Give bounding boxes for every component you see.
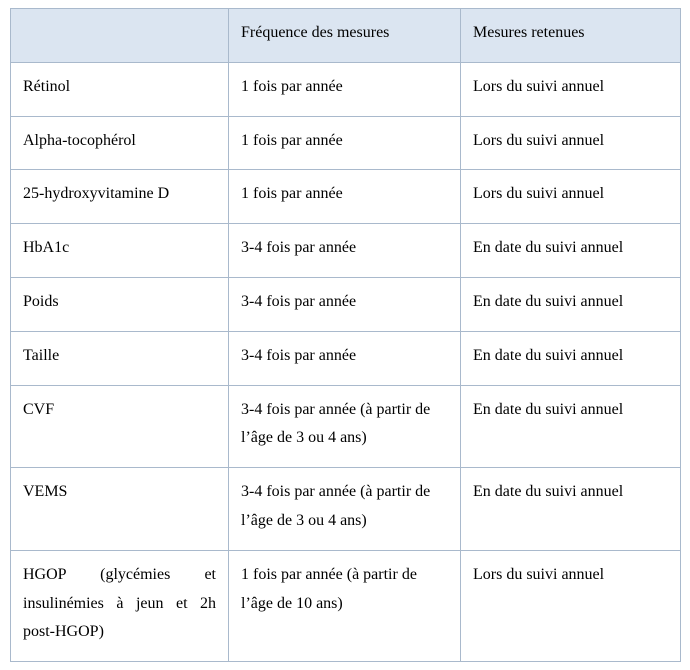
- table-row: 25-hydroxyvitamine D 1 fois par année Lo…: [11, 170, 681, 224]
- param-cell: Poids: [11, 277, 229, 331]
- freq-cell: 1 fois par année (à partir de l’âge de 1…: [229, 550, 461, 661]
- freq-cell: 3-4 fois par année: [229, 224, 461, 278]
- freq-cell: 3-4 fois par année: [229, 277, 461, 331]
- measures-table: Fréquence des mesures Mesures retenues R…: [10, 8, 681, 662]
- param-cell: VEMS: [11, 468, 229, 551]
- ret-cell: En date du suivi annuel: [461, 277, 681, 331]
- table-row: Taille 3-4 fois par année En date du sui…: [11, 331, 681, 385]
- header-retained: Mesures retenues: [461, 9, 681, 63]
- header-frequency: Fréquence des mesures: [229, 9, 461, 63]
- freq-cell: 1 fois par année: [229, 170, 461, 224]
- freq-cell: 1 fois par année: [229, 116, 461, 170]
- table-row: VEMS 3-4 fois par année (à partir de l’â…: [11, 468, 681, 551]
- param-cell: HbA1c: [11, 224, 229, 278]
- freq-cell: 3-4 fois par année (à partir de l’âge de…: [229, 468, 461, 551]
- table-row: CVF 3-4 fois par année (à partir de l’âg…: [11, 385, 681, 468]
- param-cell: 25-hydroxyvitamine D: [11, 170, 229, 224]
- freq-cell: 1 fois par année: [229, 62, 461, 116]
- ret-cell: En date du suivi annuel: [461, 468, 681, 551]
- header-empty: [11, 9, 229, 63]
- freq-cell: 3-4 fois par année: [229, 331, 461, 385]
- param-cell: Taille: [11, 331, 229, 385]
- ret-cell: En date du suivi annuel: [461, 331, 681, 385]
- param-cell: HGOP (glycémies et insulinémies à jeun e…: [11, 550, 229, 661]
- param-cell: Alpha-tocophérol: [11, 116, 229, 170]
- ret-cell: Lors du suivi annuel: [461, 550, 681, 661]
- ret-cell: Lors du suivi annuel: [461, 62, 681, 116]
- ret-cell: En date du suivi annuel: [461, 385, 681, 468]
- table-row: Poids 3-4 fois par année En date du suiv…: [11, 277, 681, 331]
- freq-cell: 3-4 fois par année (à partir de l’âge de…: [229, 385, 461, 468]
- table-row: HGOP (glycémies et insulinémies à jeun e…: [11, 550, 681, 661]
- param-cell: CVF: [11, 385, 229, 468]
- param-cell: Rétinol: [11, 62, 229, 116]
- table-header-row: Fréquence des mesures Mesures retenues: [11, 9, 681, 63]
- table-row: HbA1c 3-4 fois par année En date du suiv…: [11, 224, 681, 278]
- table-row: Alpha-tocophérol 1 fois par année Lors d…: [11, 116, 681, 170]
- ret-cell: En date du suivi annuel: [461, 224, 681, 278]
- ret-cell: Lors du suivi annuel: [461, 170, 681, 224]
- ret-cell: Lors du suivi annuel: [461, 116, 681, 170]
- table-row: Rétinol 1 fois par année Lors du suivi a…: [11, 62, 681, 116]
